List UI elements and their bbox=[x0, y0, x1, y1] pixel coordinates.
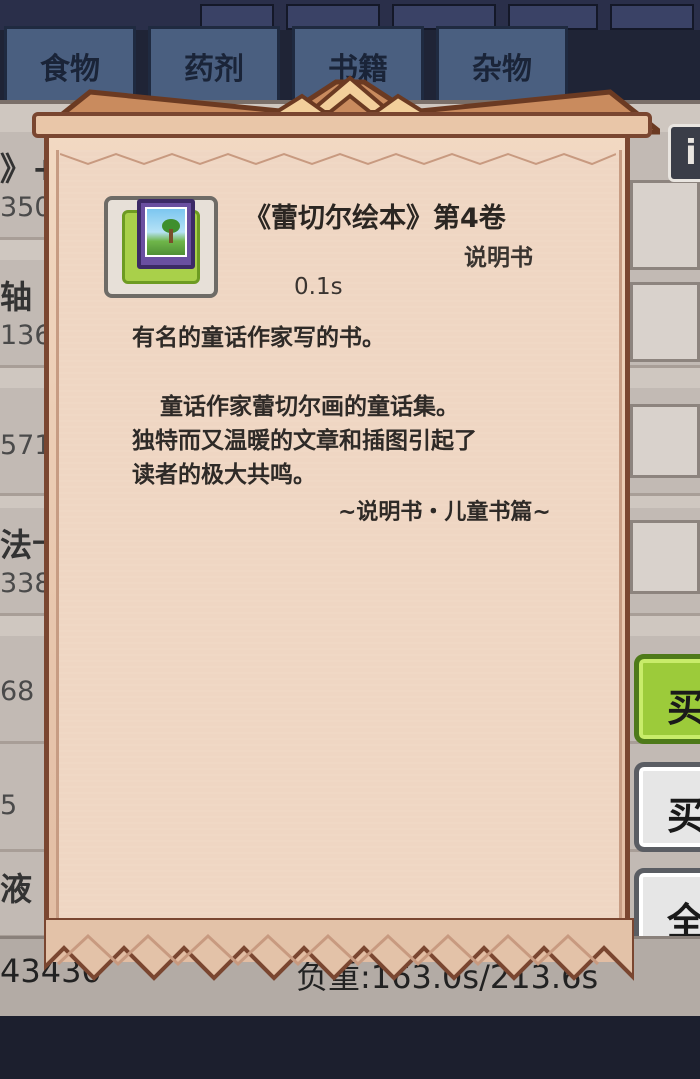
buy-button[interactable]: 买 bbox=[634, 654, 700, 744]
right-panel-slot bbox=[630, 180, 700, 270]
scroll-top-rod bbox=[32, 112, 652, 138]
right-panel-slot bbox=[630, 404, 700, 478]
item-price: 68 bbox=[0, 676, 35, 707]
item-icon-slot bbox=[104, 196, 218, 298]
floor-decoration bbox=[0, 1016, 700, 1079]
flavor-line: 童话作家蕾切尔画的童话集。 bbox=[160, 394, 459, 420]
item-source: ~说明书・儿童书篇~ bbox=[338, 500, 551, 525]
right-panel-slot bbox=[630, 282, 700, 362]
flavor-line: 读者的极大共鸣。 bbox=[132, 462, 316, 488]
item-name: 轴 bbox=[0, 278, 33, 316]
right-panel-slot bbox=[630, 520, 700, 594]
scroll-top-edge bbox=[60, 152, 616, 166]
info-icon: i bbox=[685, 133, 697, 173]
item-title: 《蕾切尔绘本》第4卷 bbox=[244, 203, 506, 234]
scroll-bottom-edge bbox=[44, 918, 634, 981]
buy-button-label: 买 bbox=[667, 686, 700, 730]
item-type: 说明书 bbox=[464, 245, 533, 271]
buy-button-secondary[interactable]: 买 bbox=[634, 762, 700, 852]
item-flavor-text: 童话作家蕾切尔画的童话集。 独特而又温暖的文章和插图引起了 读者的极大共鸣。 bbox=[132, 390, 477, 492]
item-description: 有名的童话作家写的书。 bbox=[132, 325, 385, 351]
flavor-line: 独特而又温暖的文章和插图引起了 bbox=[132, 428, 477, 454]
item-price: 5 bbox=[0, 790, 18, 821]
item-name: 液 bbox=[0, 870, 33, 908]
picture-book-icon bbox=[137, 199, 195, 269]
buy-button-secondary-label: 买 bbox=[667, 794, 700, 838]
item-weight: 0.1s bbox=[294, 274, 343, 300]
info-button[interactable]: i bbox=[668, 124, 700, 182]
